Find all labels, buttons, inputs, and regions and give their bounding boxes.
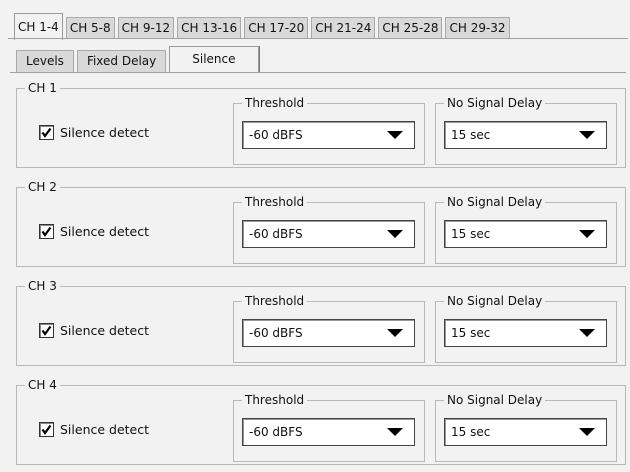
no-signal-delay-label: No Signal Delay	[444, 195, 546, 209]
threshold-select[interactable]: -60 dBFS	[242, 319, 415, 347]
silence-settings-panel: CH 1-4 CH 5-8 CH 9-12 CH 13-16 CH 17-20 …	[0, 0, 630, 472]
triangle-down-icon[interactable]	[386, 130, 404, 140]
threshold-label: Threshold	[242, 96, 308, 110]
threshold-label: Threshold	[242, 195, 308, 209]
no-signal-delay-field: No Signal Delay 15 sec	[435, 195, 617, 264]
no-signal-delay-label: No Signal Delay	[444, 294, 546, 308]
tab-ch-13-16[interactable]: CH 13-16	[177, 17, 242, 39]
no-signal-delay-value: 15 sec	[451, 227, 491, 241]
silence-detect-checkbox[interactable]: Silence detect	[39, 224, 149, 239]
threshold-field: Threshold -60 dBFS	[233, 393, 425, 462]
no-signal-delay-value: 15 sec	[451, 425, 491, 439]
tab-ch-9-12[interactable]: CH 9-12	[117, 17, 175, 39]
group-title: CH 4	[25, 378, 60, 392]
threshold-select[interactable]: -60 dBFS	[242, 121, 415, 149]
channel-tab-bar: CH 1-4 CH 5-8 CH 9-12 CH 13-16 CH 17-20 …	[14, 12, 513, 40]
channel-group-ch3: CH 3 Silence detect Threshold -60 dBFS N…	[16, 279, 626, 366]
tab-ch-29-32[interactable]: CH 29-32	[445, 17, 510, 39]
threshold-value: -60 dBFS	[249, 227, 303, 241]
threshold-value: -60 dBFS	[249, 128, 303, 142]
no-signal-delay-field: No Signal Delay 15 sec	[435, 96, 617, 165]
tab-levels[interactable]: Levels	[16, 50, 74, 72]
silence-detect-label: Silence detect	[60, 224, 150, 239]
tab-ch-1-4[interactable]: CH 1-4	[14, 13, 63, 40]
sub-tab-bar: Levels Fixed Delay Silence	[16, 46, 262, 73]
triangle-down-icon[interactable]	[386, 328, 404, 338]
no-signal-delay-field: No Signal Delay 15 sec	[435, 393, 617, 462]
silence-detect-checkbox[interactable]: Silence detect	[39, 422, 149, 437]
triangle-down-icon[interactable]	[578, 229, 596, 239]
threshold-select[interactable]: -60 dBFS	[242, 418, 415, 446]
triangle-down-icon[interactable]	[386, 427, 404, 437]
tab-silence[interactable]: Silence	[169, 46, 259, 73]
no-signal-delay-label: No Signal Delay	[444, 393, 546, 407]
threshold-field: Threshold -60 dBFS	[233, 96, 425, 165]
group-title: CH 1	[25, 81, 60, 95]
triangle-down-icon[interactable]	[578, 130, 596, 140]
threshold-value: -60 dBFS	[249, 326, 303, 340]
no-signal-delay-select[interactable]: 15 sec	[444, 319, 607, 347]
no-signal-delay-select[interactable]: 15 sec	[444, 220, 607, 248]
threshold-value: -60 dBFS	[249, 425, 303, 439]
checkmark-icon[interactable]	[39, 422, 54, 437]
no-signal-delay-field: No Signal Delay 15 sec	[435, 294, 617, 363]
tab-ch-17-20[interactable]: CH 17-20	[244, 17, 309, 39]
threshold-label: Threshold	[242, 393, 308, 407]
threshold-label: Threshold	[242, 294, 308, 308]
tab-ch-25-28[interactable]: CH 25-28	[378, 17, 443, 39]
channel-group-ch4: CH 4 Silence detect Threshold -60 dBFS N…	[16, 378, 626, 465]
tab-fixed-delay[interactable]: Fixed Delay	[76, 50, 167, 72]
silence-detect-label: Silence detect	[60, 323, 150, 338]
channel-group-ch2: CH 2 Silence detect Threshold -60 dBFS N…	[16, 180, 626, 267]
checkmark-icon[interactable]	[39, 224, 54, 239]
tab-ch-21-24[interactable]: CH 21-24	[311, 17, 376, 39]
channel-tab-divider	[8, 38, 628, 39]
group-title: CH 3	[25, 279, 60, 293]
threshold-field: Threshold -60 dBFS	[233, 195, 425, 264]
no-signal-delay-value: 15 sec	[451, 128, 491, 142]
triangle-down-icon[interactable]	[386, 229, 404, 239]
no-signal-delay-select[interactable]: 15 sec	[444, 121, 607, 149]
silence-detect-checkbox[interactable]: Silence detect	[39, 125, 149, 140]
tab-ch-5-8[interactable]: CH 5-8	[65, 17, 115, 39]
triangle-down-icon[interactable]	[578, 427, 596, 437]
checkmark-icon[interactable]	[39, 323, 54, 338]
group-title: CH 2	[25, 180, 60, 194]
silence-detect-label: Silence detect	[60, 422, 150, 437]
no-signal-delay-label: No Signal Delay	[444, 96, 546, 110]
silence-detect-label: Silence detect	[60, 125, 150, 140]
threshold-field: Threshold -60 dBFS	[233, 294, 425, 363]
channel-group-ch1: CH 1 Silence detect Threshold -60 dBFS N…	[16, 81, 626, 168]
threshold-select[interactable]: -60 dBFS	[242, 220, 415, 248]
no-signal-delay-select[interactable]: 15 sec	[444, 418, 607, 446]
no-signal-delay-value: 15 sec	[451, 326, 491, 340]
silence-detect-checkbox[interactable]: Silence detect	[39, 323, 149, 338]
sub-tab-divider	[10, 72, 626, 73]
checkmark-icon[interactable]	[39, 125, 54, 140]
triangle-down-icon[interactable]	[578, 328, 596, 338]
